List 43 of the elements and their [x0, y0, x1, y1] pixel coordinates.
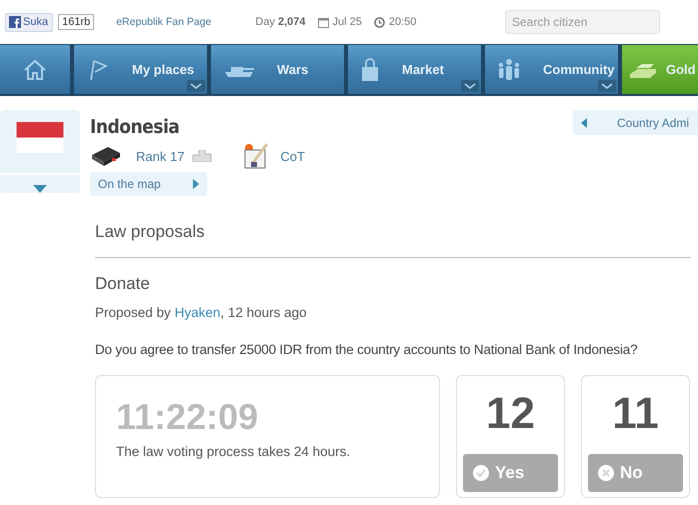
podium-icon — [192, 150, 212, 162]
vote-count: 12 — [486, 392, 535, 436]
caret-right-icon — [193, 179, 199, 189]
flag-icon — [16, 122, 64, 154]
vote-count: 11 — [612, 392, 659, 436]
proposal-question: Do you agree to transfer 25000 IDR from the country accounts to National Bank of Indonesia? — [95, 342, 638, 357]
country-admin-button[interactable]: Country Admi — [573, 110, 698, 135]
shopping-bag-icon — [360, 58, 380, 82]
search-field[interactable]: Search citizen — [505, 10, 660, 34]
party-link[interactable]: CoT — [280, 148, 305, 164]
nav-tab[interactable]: Wars — [211, 45, 344, 94]
proposal-title: Donate — [95, 274, 151, 294]
nav-tab[interactable]: Market — [348, 45, 481, 94]
day-counter: Day 2,074 — [255, 16, 306, 28]
map-link-button[interactable]: On the map — [90, 172, 207, 196]
calendar-icon — [318, 16, 329, 28]
nav-tab[interactable] — [0, 45, 70, 94]
proposal-age: , 12 hours ago — [220, 305, 307, 320]
date-text: Jul 25 — [332, 16, 362, 28]
fan-page-link[interactable]: eRepublik Fan Page — [116, 16, 212, 28]
section-title: Law proposals — [95, 222, 206, 242]
author-link[interactable]: Hyaken — [174, 305, 220, 320]
voting-note: The law voting process takes 24 hours. — [116, 444, 352, 459]
people-icon — [497, 58, 521, 82]
country-name: Indonesia — [90, 116, 180, 138]
scroll-quill-icon — [242, 142, 270, 170]
proposed-by-label: Proposed by — [95, 305, 171, 320]
nav-tab[interactable]: My places — [74, 45, 207, 94]
facebook-logo-icon — [9, 16, 21, 28]
like-button[interactable]: Suka — [5, 12, 54, 32]
rank-text: Rank 17 — [136, 148, 184, 164]
clock-icon — [374, 16, 385, 28]
countdown-timer: 11:22:09 — [116, 396, 260, 438]
like-count: 161rb — [58, 14, 94, 30]
time-text: 20:50 — [388, 16, 416, 28]
nav-tab[interactable]: Gold — [622, 45, 698, 94]
caret-down-icon[interactable] — [33, 185, 47, 193]
home-icon — [23, 58, 47, 80]
book-icon — [90, 145, 122, 167]
caret-left-icon — [581, 118, 587, 128]
close-icon — [598, 465, 614, 481]
check-icon — [473, 465, 489, 481]
nav-tab[interactable]: Community — [485, 45, 618, 94]
